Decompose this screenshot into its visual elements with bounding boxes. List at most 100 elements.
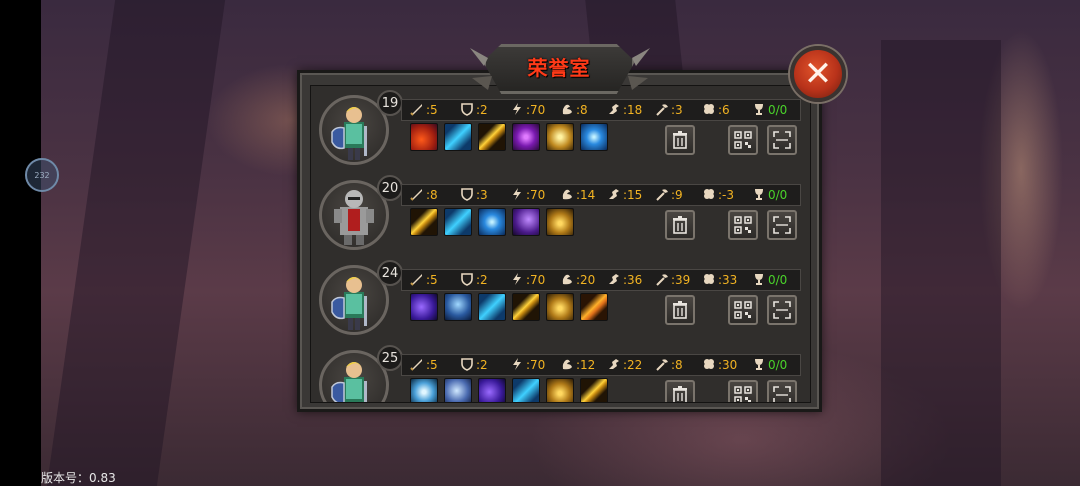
left-black-strip xyxy=(0,0,41,486)
stat-agility: :15 xyxy=(607,186,642,204)
water-wave-skill-icon[interactable] xyxy=(444,208,472,236)
speed-icon xyxy=(510,102,526,119)
version-label: 版本号：0.83 xyxy=(41,471,116,485)
hero-list[interactable]: 19:5:2:70:8:18:3:6 0/0 20:8:3:70:14:15:9:-… xyxy=(310,85,811,403)
honor-room-panel: 19:5:2:70:8:18:3:6 0/0 20:8:3:70:14:15:9:-… xyxy=(297,70,822,412)
stat-attack-value: :5 xyxy=(426,358,438,372)
stat-trophy-value: 0/0 xyxy=(768,103,788,117)
delete-button[interactable] xyxy=(665,210,695,240)
stat-defense: :3 xyxy=(460,186,488,204)
qr-code-button[interactable] xyxy=(728,295,758,325)
scan-button[interactable] xyxy=(767,125,797,155)
stat-trophy: 0/0 xyxy=(752,186,787,204)
qr-code-button[interactable] xyxy=(728,125,758,155)
gold-pot-skill-icon[interactable] xyxy=(546,378,574,402)
lightning-streak-skill-icon[interactable] xyxy=(410,208,438,236)
purple-dragon-skill-icon[interactable] xyxy=(410,293,438,321)
golden-shield-skill-icon[interactable] xyxy=(546,123,574,151)
luck-icon xyxy=(702,357,718,374)
blue-vortex-skill-icon[interactable] xyxy=(478,208,506,236)
water-wave-skill-icon[interactable] xyxy=(478,293,506,321)
stat-strength-value: :8 xyxy=(576,103,588,117)
scan-button[interactable] xyxy=(767,295,797,325)
stat-attack: :5 xyxy=(410,356,438,374)
stat-luck-value: :-3 xyxy=(718,188,735,202)
agility-icon xyxy=(607,272,623,289)
stat-critical: :3 xyxy=(655,101,683,119)
stat-strength: :20 xyxy=(560,271,595,289)
agility-icon xyxy=(607,102,623,119)
delete-button[interactable] xyxy=(665,125,695,155)
ice-wing-skill-icon[interactable] xyxy=(410,378,438,402)
scan-icon xyxy=(773,216,791,234)
trash-icon xyxy=(673,131,687,149)
qr-code-button[interactable] xyxy=(728,380,758,402)
stat-attack-value: :8 xyxy=(426,188,438,202)
stat-defense-value: :2 xyxy=(476,273,488,287)
luck-icon xyxy=(702,272,718,289)
strength-icon xyxy=(560,102,576,119)
scan-button[interactable] xyxy=(767,380,797,402)
defense-icon xyxy=(460,272,476,289)
stat-luck: :30 xyxy=(702,356,737,374)
lightning-streak-skill-icon[interactable] xyxy=(580,378,608,402)
stat-critical: :39 xyxy=(655,271,690,289)
fire-slash-skill-icon[interactable] xyxy=(410,123,438,151)
violet-beast-skill-icon[interactable] xyxy=(512,208,540,236)
hero-stats-bar: :5 :2 :70 :12 :22 :8 :30 0/0 xyxy=(401,354,801,376)
qr-code-button[interactable] xyxy=(728,210,758,240)
defense-icon xyxy=(460,357,476,374)
stat-trophy: 0/0 xyxy=(752,356,787,374)
stat-defense: :2 xyxy=(460,271,488,289)
purple-dragon-skill-icon[interactable] xyxy=(478,378,506,402)
close-button[interactable]: ✕ xyxy=(790,46,846,102)
purple-rune-skill-icon[interactable] xyxy=(512,123,540,151)
water-wave-skill-icon[interactable] xyxy=(512,378,540,402)
stat-defense: :2 xyxy=(460,356,488,374)
stat-strength-value: :12 xyxy=(576,358,596,372)
hero-level-badge: 20 xyxy=(377,175,403,201)
stat-critical-value: :8 xyxy=(671,358,683,372)
stat-agility-value: :22 xyxy=(623,358,643,372)
stat-attack-value: :5 xyxy=(426,103,438,117)
trash-icon xyxy=(673,386,687,402)
stat-critical-value: :3 xyxy=(671,103,683,117)
scan-icon xyxy=(773,131,791,149)
hero-row: 19:5:2:70:8:18:3:6 0/0 xyxy=(311,89,810,173)
floating-assist-button[interactable]: 232 xyxy=(25,158,59,192)
strength-icon xyxy=(560,272,576,289)
hero-level-badge: 25 xyxy=(377,345,403,371)
stat-defense-value: :2 xyxy=(476,358,488,372)
critical-icon xyxy=(655,272,671,289)
hero-level-badge: 19 xyxy=(377,90,403,116)
trophy-icon xyxy=(752,187,768,204)
trash-icon xyxy=(673,216,687,234)
delete-button[interactable] xyxy=(665,295,695,325)
qr-code-icon xyxy=(734,216,752,234)
speed-icon xyxy=(510,187,526,204)
stat-trophy-value: 0/0 xyxy=(768,188,788,202)
gold-pot-skill-icon[interactable] xyxy=(546,293,574,321)
lightning-streak-skill-icon[interactable] xyxy=(478,123,506,151)
trash-icon xyxy=(673,301,687,319)
gold-pot-skill-icon[interactable] xyxy=(546,208,574,236)
lightning-streak-skill-icon[interactable] xyxy=(512,293,540,321)
stat-strength: :12 xyxy=(560,356,595,374)
panel-title: 荣誉室 xyxy=(527,56,591,80)
blue-ghost-skill-icon[interactable] xyxy=(444,293,472,321)
stat-strength-value: :14 xyxy=(576,188,596,202)
hero-stats-bar: :5:2:70:8:18:3:6 0/0 xyxy=(401,99,801,121)
stat-speed: :70 xyxy=(510,356,545,374)
stat-defense: :2 xyxy=(460,101,488,119)
hero-level-badge: 24 xyxy=(377,260,403,286)
frost-beast-skill-icon[interactable] xyxy=(444,378,472,402)
water-wave-skill-icon[interactable] xyxy=(444,123,472,151)
stat-attack: :5 xyxy=(410,101,438,119)
stat-trophy-value: 0/0 xyxy=(768,358,788,372)
scan-button[interactable] xyxy=(767,210,797,240)
stat-speed-value: :70 xyxy=(526,103,546,117)
orange-streak-skill-icon[interactable] xyxy=(580,293,608,321)
stat-speed: :70 xyxy=(510,101,545,119)
delete-button[interactable] xyxy=(665,380,695,402)
blue-vortex-skill-icon[interactable] xyxy=(580,123,608,151)
